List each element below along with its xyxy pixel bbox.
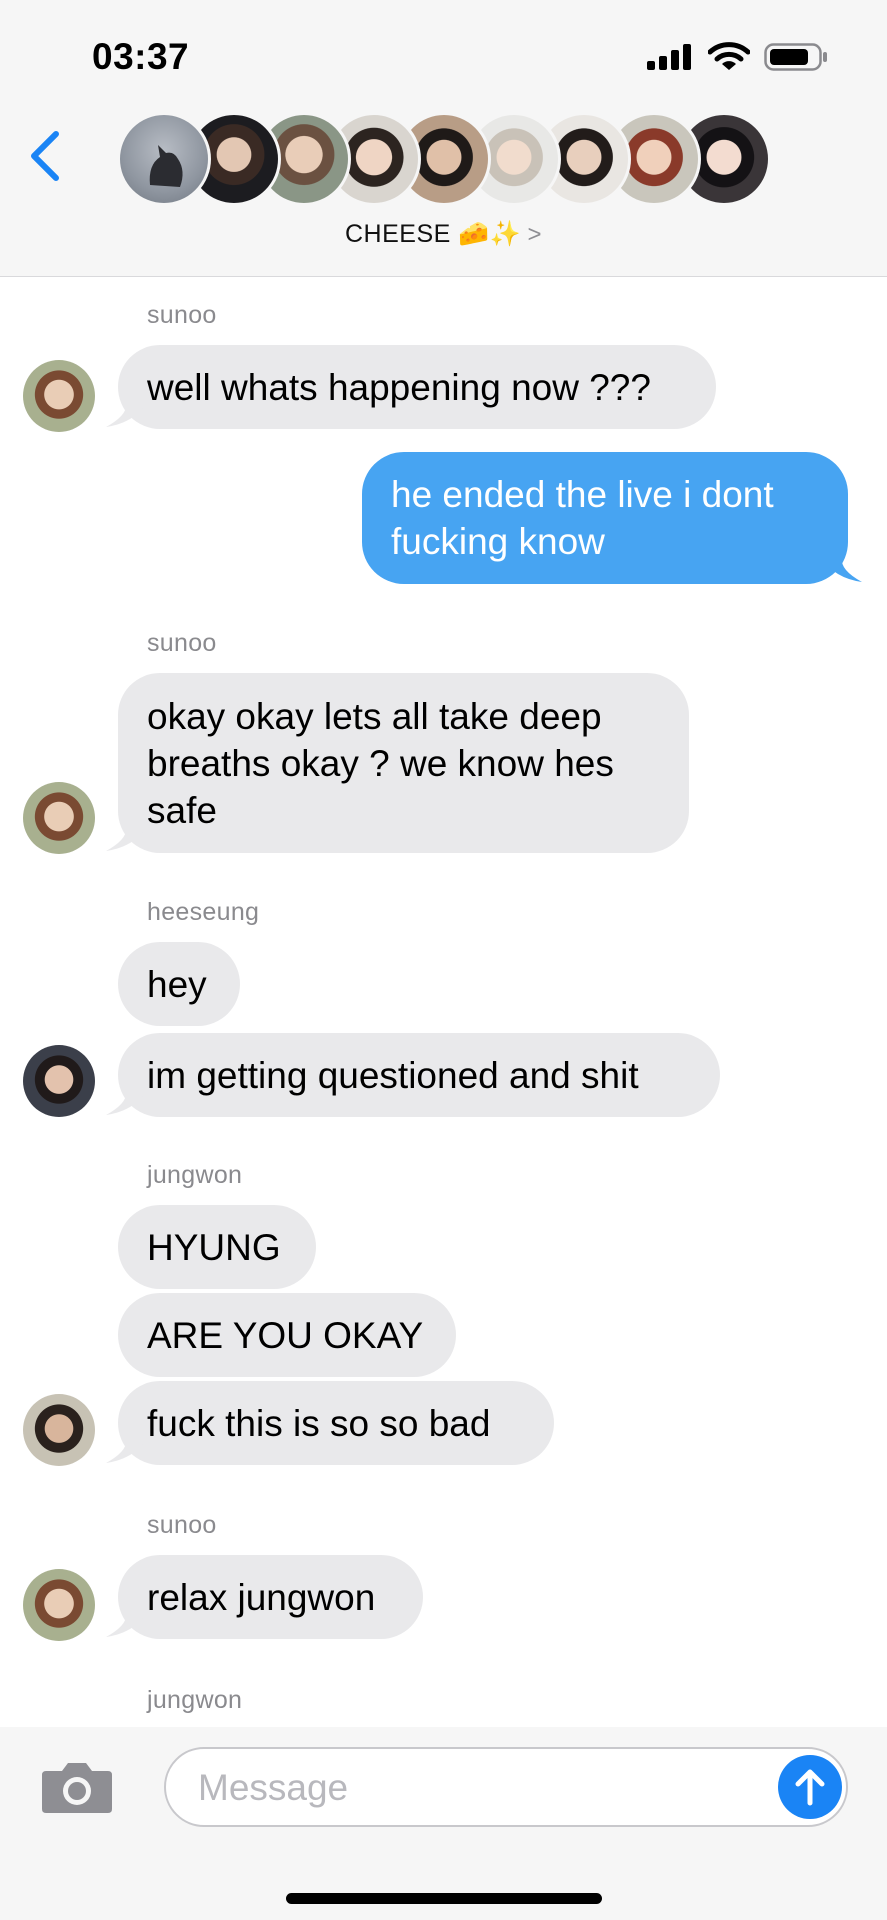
message-bubble-incoming[interactable]: fuck this is so so bad [118,1381,554,1465]
sender-name: sunoo [147,1511,217,1539]
message-bubble-incoming[interactable]: HYUNG [118,1205,316,1289]
sender-name: sunoo [147,629,217,657]
message-bubble-incoming[interactable]: okay okay lets all take deep breaths oka… [118,673,689,853]
sunoo-avatar[interactable] [23,1569,95,1641]
status-time: 03:37 [92,36,190,77]
message-bubble-outgoing[interactable]: he ended the live i dont fucking know [362,452,848,584]
heeseung-avatar[interactable] [23,1045,95,1117]
status-bar: 03:37 [0,0,887,108]
bubble-tail [106,827,146,851]
message-text: relax jungwon [147,1576,376,1618]
message-input-bar [0,1727,887,1920]
back-chevron-icon[interactable] [26,124,66,194]
group-avatar-stack[interactable] [117,112,777,206]
message-list[interactable]: sunoo well whats happening now ??? he en… [0,277,887,1727]
message-text-line: breaths okay ? we know hes [147,742,614,784]
group-name-button[interactable]: CHEESE 🧀✨ > [0,220,887,249]
message-text-line: okay okay lets all take deep [147,695,602,737]
message-text: HYUNG [147,1226,281,1268]
bubble-tail [106,1613,146,1637]
message-bubble-incoming[interactable]: hey [118,942,240,1026]
jungwon-avatar[interactable] [23,1394,95,1466]
message-text-line: safe [147,789,217,831]
message-text: well whats happening now ??? [147,366,651,408]
message-field[interactable] [164,1747,848,1827]
group-name-label: CHEESE 🧀✨ [344,220,522,248]
message-text: fuck this is so so bad [147,1402,491,1444]
conversation-header: CHEESE 🧀✨ > [0,108,887,277]
message-text: im getting questioned and shit [147,1054,639,1096]
sunoo-avatar[interactable] [23,782,95,854]
sender-name: sunoo [147,301,217,329]
sunoo-avatar[interactable] [23,360,95,432]
chevron-right-icon: > [527,221,543,248]
sender-name: heeseung [147,898,260,926]
avatar-cat [117,112,211,206]
bubble-tail [106,403,146,427]
message-text: ARE YOU OKAY [147,1314,424,1356]
home-indicator[interactable] [286,1893,602,1904]
message-bubble-incoming[interactable]: well whats happening now ??? [118,345,716,429]
camera-icon[interactable] [40,1759,114,1815]
arrow-up-icon [795,1769,825,1806]
message-bubble-incoming[interactable]: im getting questioned and shit [118,1033,720,1117]
cat-silhouette-icon [149,145,183,187]
message-text-line: he ended the live i dont [391,474,774,515]
message-text-line: fucking know [391,521,605,562]
battery-icon [764,43,827,71]
bubble-tail [106,1439,146,1463]
message-bubble-incoming[interactable]: ARE YOU OKAY [118,1293,456,1377]
sender-name: jungwon [147,1686,243,1714]
bubble-tail [822,558,862,582]
bubble-tail [106,1091,146,1115]
message-text: hey [147,963,207,1005]
send-button[interactable] [778,1755,842,1819]
sender-name: jungwon [147,1161,243,1189]
message-bubble-incoming[interactable]: relax jungwon [118,1555,423,1639]
message-input[interactable] [196,1759,760,1817]
wifi-icon [708,42,750,70]
cellular-signal-icon [647,44,691,70]
